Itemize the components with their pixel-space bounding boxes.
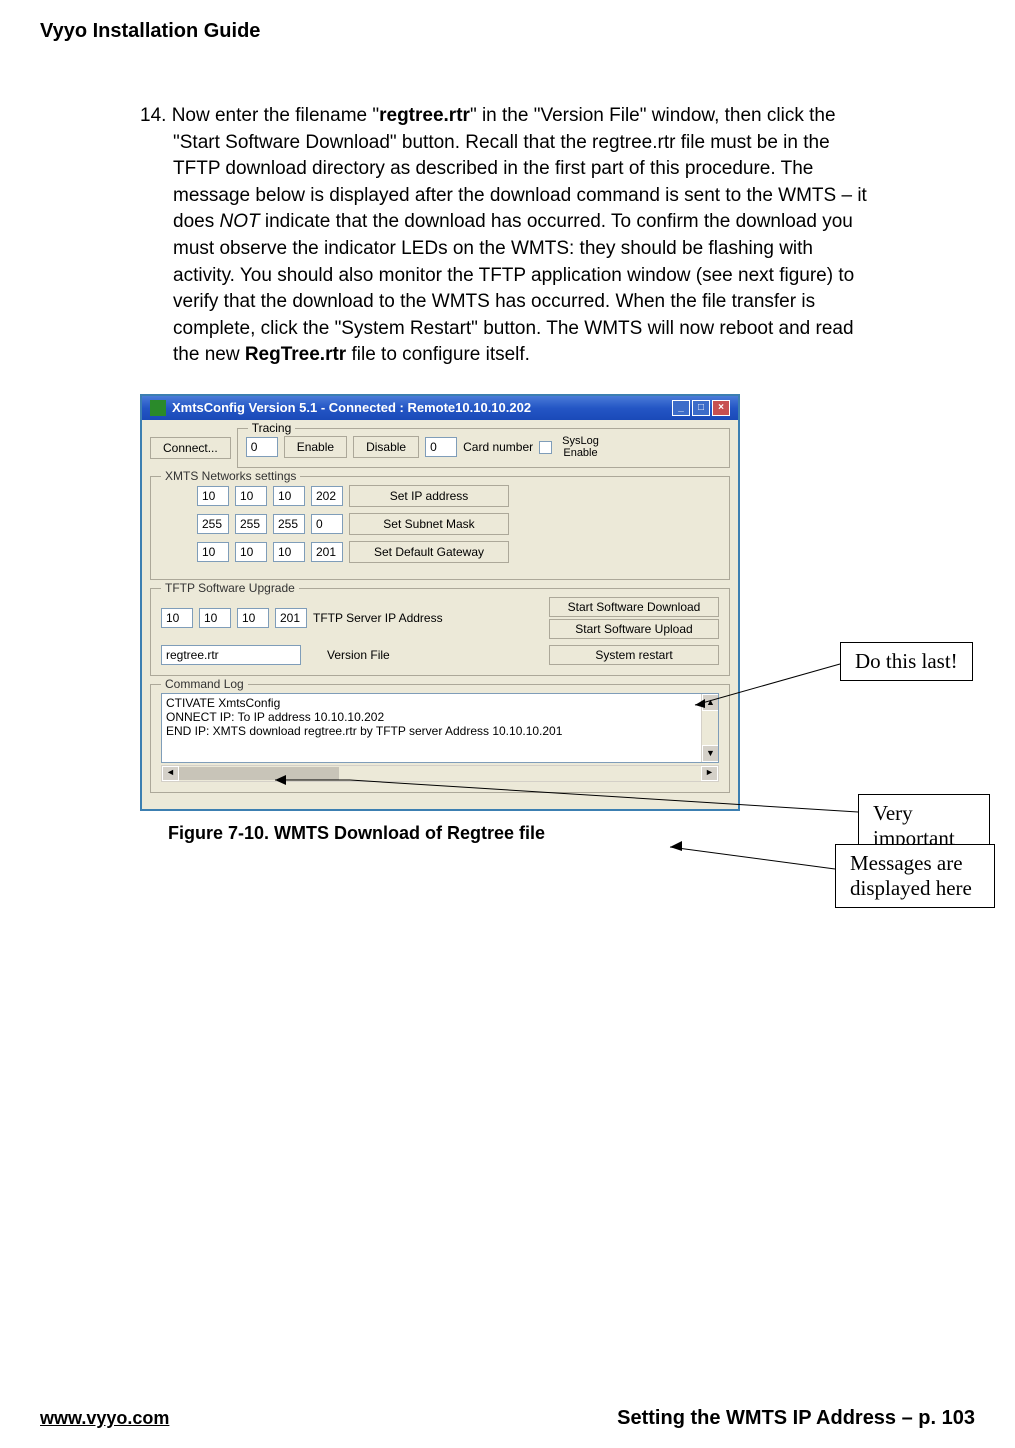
tftp-buttons: Start Software Download Start Software U… xyxy=(549,597,719,639)
xmts-legend: XMTS Networks settings xyxy=(161,469,300,483)
document-header: Vyyo Installation Guide xyxy=(40,20,975,43)
app-window: XmtsConfig Version 5.1 - Connected : Rem… xyxy=(140,394,740,811)
command-log-legend: Command Log xyxy=(161,677,248,691)
start-download-button[interactable]: Start Software Download xyxy=(549,597,719,617)
command-log-textarea[interactable]: CTIVATE XmtsConfig ONNECT IP: To IP addr… xyxy=(161,693,719,763)
titlebar-text: XmtsConfig Version 5.1 - Connected : Rem… xyxy=(172,400,531,415)
scroll-left-icon[interactable]: ◄ xyxy=(162,766,179,781)
tracing-input-1[interactable] xyxy=(246,437,278,457)
instruction-text-3: indicate that the download has occurred.… xyxy=(173,211,854,365)
restart-buttons: System restart xyxy=(549,645,719,665)
disable-button[interactable]: Disable xyxy=(353,436,419,458)
gw-octet-2[interactable] xyxy=(235,542,267,562)
titlebar-buttons: _ □ × xyxy=(672,400,730,416)
gw-octet-4[interactable] xyxy=(311,542,343,562)
start-upload-button[interactable]: Start Software Upload xyxy=(549,619,719,639)
command-log-group: Command Log CTIVATE XmtsConfig ONNECT IP… xyxy=(150,684,730,793)
ip-octet-2[interactable] xyxy=(235,486,267,506)
card-number-checkbox[interactable] xyxy=(539,441,552,454)
ip-octet-4[interactable] xyxy=(311,486,343,506)
top-toolbar: Connect... Tracing Enable Disable Card n… xyxy=(150,428,730,468)
callout-messages: Messages are displayed here xyxy=(835,844,995,908)
version-file-label: Version File xyxy=(327,648,390,662)
window-body: Connect... Tracing Enable Disable Card n… xyxy=(142,420,738,809)
scroll-down-icon[interactable]: ▼ xyxy=(702,745,719,762)
xmts-settings-group: XMTS Networks settings Set IP address Se… xyxy=(150,476,730,580)
mask-row: Set Subnet Mask xyxy=(161,513,719,535)
set-gateway-button[interactable]: Set Default Gateway xyxy=(349,541,509,563)
tracing-group: Tracing Enable Disable Card number SysLo… xyxy=(237,428,730,468)
set-ip-button[interactable]: Set IP address xyxy=(349,485,509,507)
mask-octet-1[interactable] xyxy=(197,514,229,534)
tracing-input-2[interactable] xyxy=(425,437,457,457)
tftp-octet-1[interactable] xyxy=(161,608,193,628)
instruction-step-14: 14. Now enter the filename "regtree.rtr"… xyxy=(140,103,875,369)
enable-button[interactable]: Enable xyxy=(284,436,347,458)
minimize-button[interactable]: _ xyxy=(672,400,690,416)
log-line-3: END IP: XMTS download regtree.rtr by TFT… xyxy=(166,724,714,738)
version-file-row: Version File System restart xyxy=(161,645,719,665)
card-number-label: Card number xyxy=(463,440,533,454)
horizontal-scrollbar[interactable]: ◄ ► xyxy=(161,765,719,782)
ip-octet-1[interactable] xyxy=(197,486,229,506)
scroll-right-icon[interactable]: ► xyxy=(701,766,718,781)
mask-octet-4[interactable] xyxy=(311,514,343,534)
mask-octet-3[interactable] xyxy=(273,514,305,534)
ip-row: Set IP address xyxy=(161,485,719,507)
gw-octet-1[interactable] xyxy=(197,542,229,562)
callout-do-this-last: Do this last! xyxy=(840,642,973,681)
tftp-octet-3[interactable] xyxy=(237,608,269,628)
titlebar[interactable]: XmtsConfig Version 5.1 - Connected : Rem… xyxy=(142,396,738,420)
vertical-scrollbar[interactable]: ▲ ▼ xyxy=(701,694,718,762)
step-number: 14. xyxy=(140,105,166,126)
tftp-group: TFTP Software Upgrade TFTP Server IP Add… xyxy=(150,588,730,676)
tracing-legend: Tracing xyxy=(248,421,296,435)
syslog-label: SysLog Enable xyxy=(562,435,599,459)
log-line-1: CTIVATE XmtsConfig xyxy=(166,696,714,710)
tftp-server-row: TFTP Server IP Address Start Software Do… xyxy=(161,597,719,639)
not-italic: NOT xyxy=(219,211,259,232)
connect-button[interactable]: Connect... xyxy=(150,437,231,459)
tftp-legend: TFTP Software Upgrade xyxy=(161,581,299,595)
scroll-thumb[interactable] xyxy=(179,767,339,780)
tftp-server-label: TFTP Server IP Address xyxy=(313,611,443,625)
instruction-text-4: file to configure itself. xyxy=(346,344,530,365)
gateway-row: Set Default Gateway xyxy=(161,541,719,563)
mask-octet-2[interactable] xyxy=(235,514,267,534)
filename-bold: regtree.rtr xyxy=(379,105,470,126)
version-file-input[interactable] xyxy=(161,645,301,665)
set-mask-button[interactable]: Set Subnet Mask xyxy=(349,513,509,535)
footer-page: Setting the WMTS IP Address – p. 103 xyxy=(617,1407,975,1430)
ip-octet-3[interactable] xyxy=(273,486,305,506)
footer-url[interactable]: www.vyyo.com xyxy=(40,1408,169,1429)
syslog-line2: Enable xyxy=(563,447,597,459)
app-icon xyxy=(150,400,166,416)
log-line-2: ONNECT IP: To IP address 10.10.10.202 xyxy=(166,710,714,724)
maximize-button[interactable]: □ xyxy=(692,400,710,416)
scroll-up-icon[interactable]: ▲ xyxy=(702,694,719,711)
gw-octet-3[interactable] xyxy=(273,542,305,562)
figure-area: XmtsConfig Version 5.1 - Connected : Rem… xyxy=(140,394,990,844)
syslog-line1: SysLog xyxy=(562,435,599,447)
instruction-text-1: Now enter the filename " xyxy=(172,105,379,126)
tftp-octet-4[interactable] xyxy=(275,608,307,628)
system-restart-button[interactable]: System restart xyxy=(549,645,719,665)
tftp-octet-2[interactable] xyxy=(199,608,231,628)
callout-line-messages xyxy=(670,847,835,869)
regtree-bold: RegTree.rtr xyxy=(245,344,346,365)
page-footer: www.vyyo.com Setting the WMTS IP Address… xyxy=(40,1407,975,1430)
close-button[interactable]: × xyxy=(712,400,730,416)
